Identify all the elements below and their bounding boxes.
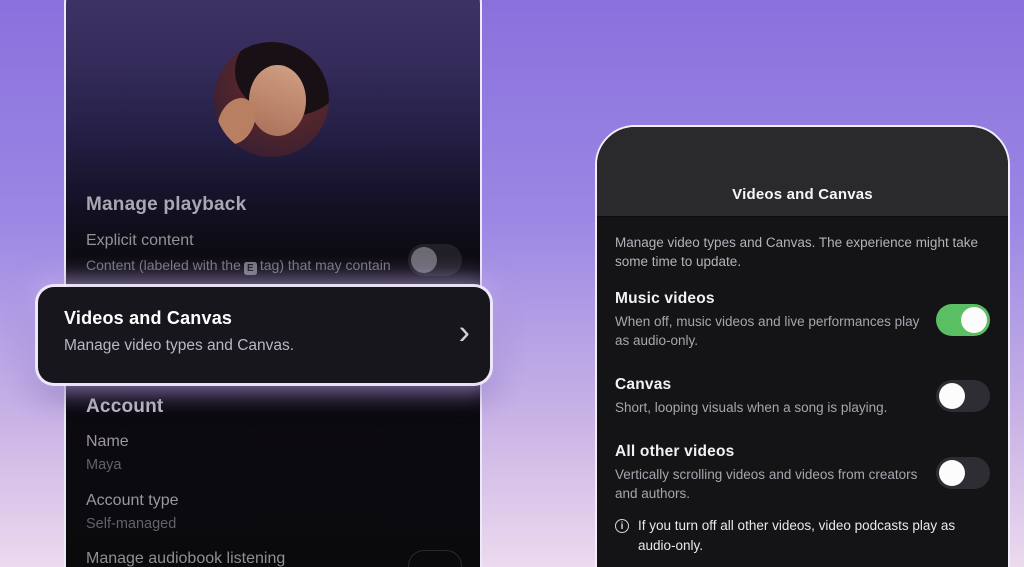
profile-avatar[interactable] xyxy=(214,42,329,157)
screen-header: Videos and Canvas xyxy=(597,127,1008,217)
screen-body: Manage video types and Canvas. The exper… xyxy=(597,233,1008,556)
account-type-row-label[interactable]: Account type xyxy=(86,492,179,510)
explicit-content-label[interactable]: Explicit content xyxy=(86,232,194,250)
explicit-content-toggle[interactable] xyxy=(408,244,462,276)
videos-and-canvas-card-subtitle: Manage video types and Canvas. xyxy=(64,337,464,355)
explicit-toggle-knob xyxy=(411,247,437,273)
explicit-content-description: Content (labeled with theEtag) that may … xyxy=(86,256,418,275)
manage-audiobook-listening-label[interactable]: Manage audiobook listening xyxy=(86,550,285,567)
account-type-row-value: Self-managed xyxy=(86,516,176,532)
screen-title: Videos and Canvas xyxy=(732,186,873,203)
all-other-videos-toggle-knob xyxy=(939,460,965,486)
info-note: i If you turn off all other videos, vide… xyxy=(615,516,990,556)
audiobook-toggle[interactable] xyxy=(408,550,462,567)
info-icon: i xyxy=(615,519,629,533)
videos-and-canvas-detail-screen: Videos and Canvas Manage video types and… xyxy=(595,125,1010,567)
canvas-description: Short, looping visuals when a song is pl… xyxy=(615,398,921,417)
canvas-toggle[interactable] xyxy=(936,380,990,412)
canvas-toggle-knob xyxy=(939,383,965,409)
all-other-videos-row: All other videos Vertically scrolling vi… xyxy=(615,442,990,503)
canvas-label: Canvas xyxy=(615,375,921,395)
all-other-videos-toggle[interactable] xyxy=(936,457,990,489)
music-videos-description: When off, music videos and live performa… xyxy=(615,312,921,350)
music-videos-row: Music videos When off, music videos and … xyxy=(615,289,990,350)
screen-description: Manage video types and Canvas. The exper… xyxy=(615,233,995,271)
manage-playback-heading: Manage playback xyxy=(86,194,246,216)
all-other-videos-label: All other videos xyxy=(615,442,921,462)
settings-phone-screen: Manage playback Explicit content Content… xyxy=(64,0,482,567)
explicit-desc-before: Content (labeled with the xyxy=(86,257,241,273)
explicit-tag-icon: E xyxy=(244,262,257,275)
music-videos-toggle[interactable] xyxy=(936,304,990,336)
explicit-desc-after: tag) that may contain xyxy=(260,257,391,273)
music-videos-toggle-knob xyxy=(961,307,987,333)
avatar-face xyxy=(249,65,307,136)
account-heading: Account xyxy=(86,396,163,418)
page-background: { "background": { "gradient_top": "#8a70… xyxy=(0,0,1024,567)
info-note-text: If you turn off all other videos, video … xyxy=(638,516,990,556)
music-videos-label: Music videos xyxy=(615,289,921,309)
videos-and-canvas-setting-card[interactable]: Videos and Canvas Manage video types and… xyxy=(38,287,490,383)
name-row-label[interactable]: Name xyxy=(86,433,129,451)
chevron-right-icon: › xyxy=(459,315,470,349)
videos-and-canvas-card-title: Videos and Canvas xyxy=(64,308,464,329)
name-row-value: Maya xyxy=(86,457,121,473)
canvas-row: Canvas Short, looping visuals when a son… xyxy=(615,375,990,417)
all-other-videos-description: Vertically scrolling videos and videos f… xyxy=(615,465,921,503)
